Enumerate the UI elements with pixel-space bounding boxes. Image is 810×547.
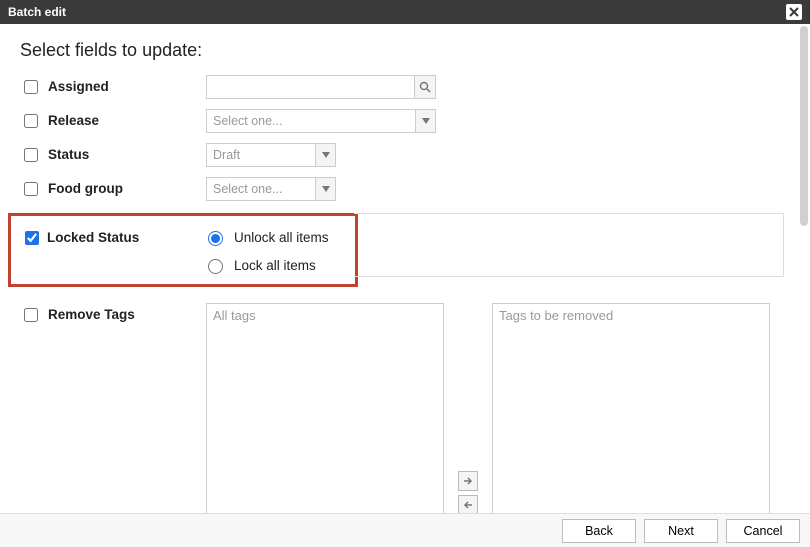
status-label: Status	[48, 143, 206, 162]
arrow-right-icon[interactable]	[458, 471, 478, 491]
search-icon[interactable]	[414, 75, 436, 99]
chevron-down-icon[interactable]	[315, 178, 335, 200]
release-checkbox[interactable]	[24, 114, 38, 128]
field-row-remove-tags: Remove Tags All tags	[20, 303, 784, 513]
page-heading: Select fields to update:	[20, 40, 784, 61]
food-group-label: Food group	[48, 177, 206, 196]
food-group-select[interactable]: Select one...	[206, 177, 336, 201]
field-row-locked-status: Locked Status Unlock all items Lock all …	[20, 211, 784, 295]
locked-status-highlight: Locked Status Unlock all items Lock all …	[8, 213, 358, 287]
chevron-down-icon[interactable]	[315, 144, 335, 166]
field-row-status: Status Draft	[20, 143, 784, 167]
assigned-input[interactable]	[206, 75, 414, 99]
release-value: Select one...	[207, 114, 415, 128]
dialog-body: Select fields to update: Assigned Releas…	[0, 24, 810, 513]
status-select[interactable]: Draft	[206, 143, 336, 167]
field-row-release: Release Select one...	[20, 109, 784, 133]
status-checkbox[interactable]	[24, 148, 38, 162]
radio-unlock-label: Unlock all items	[234, 230, 329, 245]
assigned-search	[206, 75, 436, 99]
radio-unlock-all[interactable]: Unlock all items	[203, 228, 329, 246]
field-row-assigned: Assigned	[20, 75, 784, 99]
tags-to-remove-list[interactable]: Tags to be removed	[492, 303, 770, 513]
radio-lock-label: Lock all items	[234, 258, 316, 273]
assigned-checkbox[interactable]	[24, 80, 38, 94]
dialog-footer: Back Next Cancel	[0, 513, 810, 547]
tags-to-remove-label: Tags to be removed	[493, 304, 769, 327]
chevron-down-icon[interactable]	[415, 110, 435, 132]
food-group-checkbox[interactable]	[24, 182, 38, 196]
all-tags-list[interactable]: All tags	[206, 303, 444, 513]
field-row-food-group: Food group Select one...	[20, 177, 784, 201]
remove-tags-checkbox[interactable]	[24, 308, 38, 322]
assigned-label: Assigned	[48, 75, 206, 94]
close-icon[interactable]	[786, 4, 802, 20]
scrollbar[interactable]	[800, 26, 808, 226]
arrow-left-icon[interactable]	[458, 495, 478, 513]
radio-lock-all[interactable]: Lock all items	[203, 256, 329, 274]
locked-status-label: Locked Status	[47, 226, 203, 245]
locked-status-panel-border	[354, 213, 784, 277]
all-tags-label: All tags	[207, 304, 443, 327]
next-button[interactable]: Next	[644, 519, 718, 543]
release-select[interactable]: Select one...	[206, 109, 436, 133]
release-label: Release	[48, 109, 206, 128]
cancel-button[interactable]: Cancel	[726, 519, 800, 543]
titlebar: Batch edit	[0, 0, 810, 24]
radio-unlock-input[interactable]	[208, 231, 223, 246]
tag-transfer-buttons	[458, 303, 478, 513]
back-button[interactable]: Back	[562, 519, 636, 543]
window-title: Batch edit	[8, 0, 66, 24]
status-value: Draft	[207, 148, 315, 162]
radio-lock-input[interactable]	[208, 259, 223, 274]
food-group-value: Select one...	[207, 182, 315, 196]
remove-tags-label: Remove Tags	[48, 303, 206, 322]
locked-status-checkbox[interactable]	[25, 231, 39, 245]
